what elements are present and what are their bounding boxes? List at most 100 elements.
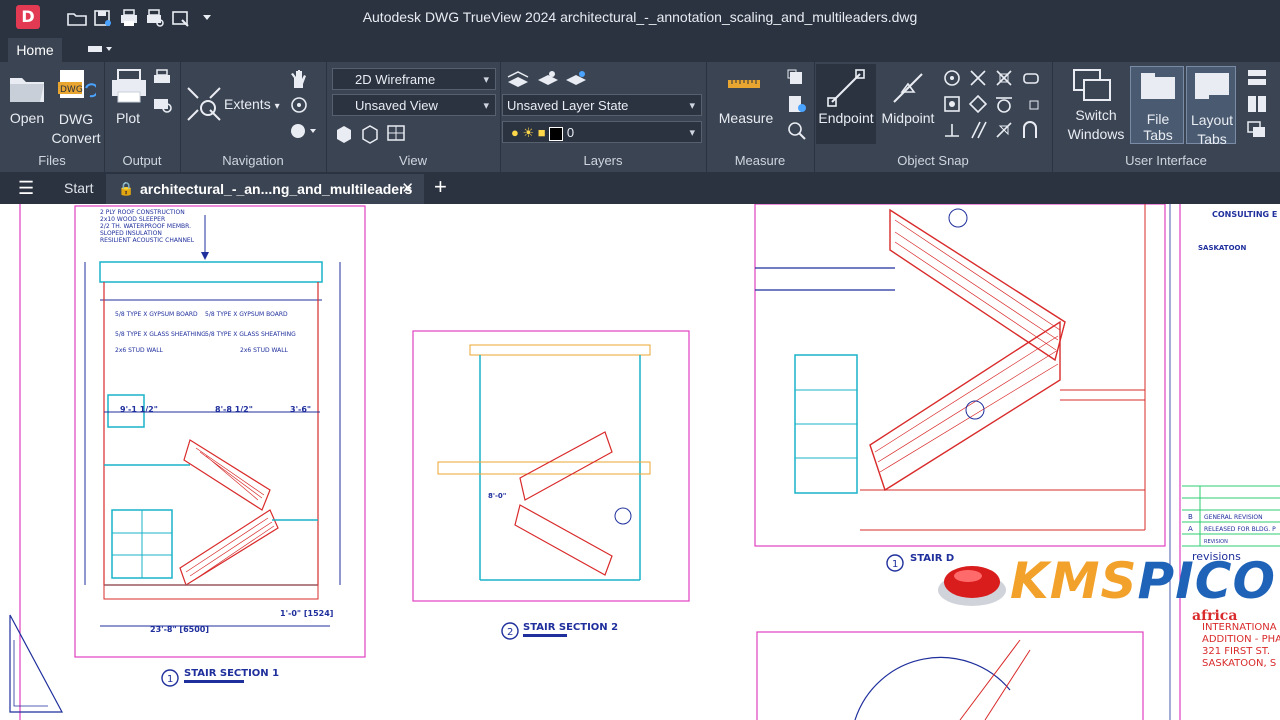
active-drawing-name: architectural_-_an...ng_and_multileaders — [140, 181, 413, 197]
section-3-number: 1 — [892, 559, 898, 570]
layer-dropdown[interactable]: ● ☀ ■ 0 — [502, 121, 702, 144]
tangent-snap-icon[interactable] — [994, 94, 1014, 119]
lock-open-icon: ■ — [537, 125, 546, 140]
view-cube-icon[interactable] — [360, 124, 380, 149]
svg-text:5/8 TYPE X GYPSUM BOARD: 5/8 TYPE X GYPSUM BOARD — [205, 311, 288, 318]
watermark-kms: KMS — [1010, 552, 1138, 610]
layer-unisolate-icon[interactable] — [564, 68, 588, 95]
svg-text:2x10 WOOD SLEEPER: 2x10 WOOD SLEEPER — [100, 216, 165, 223]
endpoint-button[interactable]: Endpoint — [816, 64, 876, 144]
svg-text:B: B — [1188, 513, 1193, 521]
insert-snap-icon[interactable] — [1028, 98, 1040, 116]
ruler-icon[interactable] — [726, 76, 762, 97]
lower-viewport — [756, 631, 1144, 720]
panel-files: Open DWG DWG Convert Files — [0, 62, 105, 172]
close-tab-icon[interactable]: ✕ — [401, 174, 414, 204]
intersection-snap-icon[interactable] — [968, 68, 988, 93]
tab-start[interactable]: Start — [64, 180, 94, 196]
red-button-icon — [938, 566, 1006, 606]
quadrant-snap-icon[interactable] — [968, 94, 988, 119]
switch-windows-button[interactable]: Switch Windows — [1062, 106, 1130, 144]
pan-hand-icon[interactable] — [288, 68, 310, 95]
preview-icon[interactable] — [152, 94, 174, 119]
file-tabs-label: File Tabs — [1143, 111, 1173, 143]
center-snap-icon[interactable] — [942, 68, 962, 93]
extension-snap-icon[interactable] — [1020, 68, 1044, 93]
drawing-svg: 2 PLY ROOF CONSTRUCTION 2x10 WOOD SLEEPE… — [9, 204, 1280, 720]
project-line-1: INTERNATIONA — [1202, 622, 1277, 633]
layout-tabs-label: Layout Tabs — [1187, 111, 1237, 149]
panel-label-layers: Layers — [583, 153, 623, 168]
panel-label-navigation: Navigation — [222, 153, 284, 168]
ucs-icon — [9, 614, 64, 713]
layout-tabs-button[interactable]: Layout Tabs — [1186, 66, 1236, 147]
svg-text:5/8 TYPE X GLASS SHEATHING: 5/8 TYPE X GLASS SHEATHING — [205, 331, 296, 338]
batch-plot-icon[interactable] — [152, 68, 174, 93]
snap-settings-icon[interactable] — [1020, 120, 1044, 145]
panel-object-snap: Endpoint Midpoint Object Snap — [814, 62, 1053, 172]
color-swatch — [549, 126, 564, 141]
cube-icon[interactable] — [334, 124, 354, 149]
watermark-pico: PICO — [1137, 552, 1276, 610]
nearest-snap-icon[interactable] — [994, 120, 1014, 145]
panel-navigation: Extents ▾ Navigation — [180, 62, 327, 172]
hamburger-menu-icon[interactable]: ☰ — [18, 179, 34, 197]
dwg-convert-label-2: Convert — [51, 130, 101, 146]
tile-horizontal-icon[interactable] — [1246, 68, 1268, 93]
dwg-convert-icon[interactable]: DWG — [56, 68, 99, 111]
kmspico-watermark: KMSPICO — [936, 546, 1275, 616]
plot-button[interactable]: Plot — [108, 110, 148, 126]
midpoint-button[interactable]: Midpoint — [878, 110, 938, 126]
panel-user-interface: Switch Windows File Tabs Layout Tabs User … — [1052, 62, 1280, 172]
plot-large-icon[interactable] — [108, 68, 148, 111]
drawing-canvas[interactable]: 2 PLY ROOF CONSTRUCTION 2x10 WOOD SLEEPE… — [0, 204, 1280, 720]
title-bar: D Autodesk DWG TrueView 2024 architectur… — [0, 0, 1280, 36]
stair-section-2-viewport: 8'-0" 2 STAIR SECTION 2 — [412, 330, 690, 640]
watermark-text: KMSPICO — [1010, 552, 1276, 610]
layer-state-dropdown[interactable]: Unsaved Layer State — [502, 94, 702, 117]
section-1-number: 1 — [167, 674, 173, 685]
new-tab-icon[interactable]: + — [434, 176, 447, 198]
tab-home[interactable]: Home — [8, 38, 62, 62]
perpendicular-snap-icon[interactable] — [942, 120, 962, 145]
id-point-icon[interactable] — [786, 68, 808, 93]
quick-measure-icon[interactable] — [786, 120, 808, 145]
parallel-snap-icon[interactable] — [968, 120, 988, 145]
switch-windows-label-1: Switch — [1075, 107, 1117, 123]
dwg-convert-button[interactable]: DWG Convert — [48, 110, 104, 148]
layout-tabs-label-2: Tabs — [1197, 131, 1227, 147]
layer-properties-icon[interactable] — [506, 68, 530, 95]
apparent-intersection-icon[interactable] — [994, 68, 1014, 93]
tile-vertical-icon[interactable] — [1246, 94, 1268, 119]
file-tabs-icon — [1139, 71, 1177, 106]
open-button[interactable]: Open — [6, 110, 48, 126]
visual-style-dropdown[interactable]: 2D Wireframe — [332, 68, 496, 91]
svg-text:SLOPED INSULATION: SLOPED INSULATION — [100, 230, 162, 237]
dim-5: 23'-8" [6500] — [150, 625, 209, 634]
extents-button[interactable]: Extents ▾ — [224, 96, 284, 112]
tab-active-drawing[interactable]: 🔒 architectural_-_an...ng_and_multileade… — [106, 174, 424, 204]
svg-text:RESILIENT ACOUSTIC CHANNEL: RESILIENT ACOUSTIC CHANNEL — [100, 237, 195, 244]
list-icon[interactable] — [786, 94, 808, 119]
extents-icon[interactable] — [184, 84, 224, 129]
endpoint-label: Endpoint — [818, 110, 874, 126]
steering-wheel-icon[interactable] — [288, 120, 318, 147]
orbit-icon[interactable] — [288, 94, 310, 121]
named-view-dropdown[interactable]: Unsaved View — [332, 94, 496, 117]
named-view-value: Unsaved View — [355, 98, 438, 113]
file-tabs-button[interactable]: File Tabs — [1130, 66, 1184, 144]
midpoint-icon[interactable] — [888, 68, 928, 113]
section-2-number: 2 — [507, 627, 513, 638]
dim-3: 3'-6" — [290, 405, 311, 414]
ribbon: Open DWG DWG Convert Files Plot Output Ex… — [0, 62, 1280, 172]
cascade-icon[interactable] — [1246, 120, 1268, 145]
switch-windows-icon[interactable] — [1072, 68, 1112, 109]
open-folder-icon[interactable] — [8, 70, 46, 109]
node-snap-icon[interactable] — [942, 94, 962, 119]
layer-isolate-icon[interactable] — [536, 68, 560, 95]
project-line-2: ADDITION - PHA — [1202, 634, 1280, 645]
measure-button[interactable]: Measure — [714, 110, 778, 126]
stair-section-1-viewport: 2 PLY ROOF CONSTRUCTION 2x10 WOOD SLEEPE… — [74, 205, 366, 687]
viewports-icon[interactable] — [386, 124, 408, 149]
ribbon-options-icon[interactable] — [86, 43, 114, 55]
